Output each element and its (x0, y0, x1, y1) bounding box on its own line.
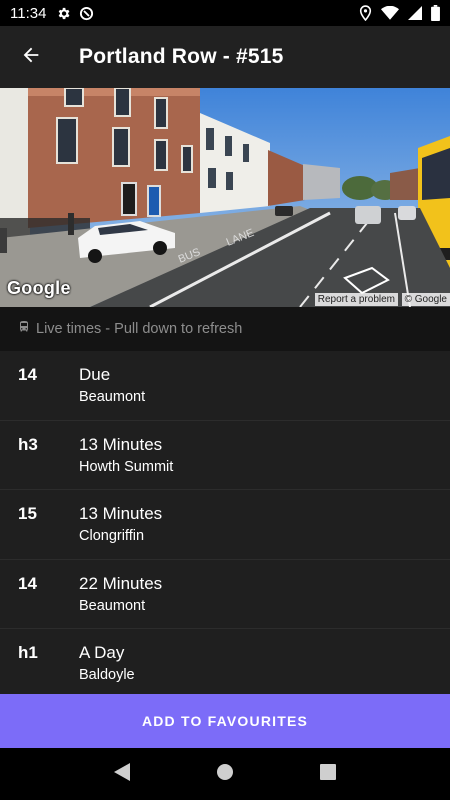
list-item[interactable]: 14 Due Beaumont (0, 351, 450, 421)
report-problem-link[interactable]: Report a problem (314, 293, 398, 306)
destination: Beaumont (79, 597, 146, 614)
battery-icon (431, 5, 440, 21)
list-item[interactable]: 14 22 Minutes Beaumont (0, 559, 450, 629)
wifi-icon (381, 6, 399, 20)
status-right-icons (359, 5, 440, 21)
status-time: 11:34 (10, 4, 47, 22)
add-to-favourites-button[interactable]: ADD TO FAVOURITES (0, 694, 450, 748)
arrival-time: 13 Minutes (79, 434, 163, 454)
destination: Baldoyle (79, 667, 135, 683)
list-item[interactable]: h3 13 Minutes Howth Summit (0, 420, 450, 490)
location-pin-icon (359, 5, 372, 21)
copyright-label: © Google (401, 293, 450, 306)
list-item[interactable]: h1 A Day Baldoyle (0, 629, 450, 699)
departures-list: 14 Due Beaumont h3 13 Minutes Howth Summ… (0, 351, 450, 699)
status-bar: 11:34 (0, 0, 450, 26)
nav-recents-button[interactable] (308, 754, 348, 794)
gear-icon (56, 6, 71, 21)
home-circle-icon (216, 763, 234, 786)
system-nav-bar (0, 748, 450, 800)
route-number: h1 (18, 643, 38, 662)
destination: Howth Summit (79, 458, 174, 475)
bus-icon (18, 320, 30, 338)
route-number: 14 (18, 573, 37, 593)
nav-back-button[interactable] (102, 754, 142, 794)
arrival-time: A Day (79, 643, 125, 662)
arrival-time: Due (79, 365, 111, 384)
app-bar: Portland Row - #515 (0, 26, 450, 88)
google-logo: Google (7, 278, 71, 298)
back-triangle-icon (113, 762, 130, 786)
circle-slash-icon (79, 6, 94, 21)
live-times-bar: Live times - Pull down to refresh (0, 307, 450, 351)
page-title: Portland Row - #515 (79, 45, 284, 68)
route-number: h3 (18, 434, 38, 454)
route-number: 14 (18, 365, 37, 384)
street-view-image[interactable]: BUS LANE Google Report a problem © Googl… (0, 88, 450, 307)
list-item[interactable]: 15 13 Minutes Clongriffin (0, 490, 450, 560)
destination: Clongriffin (79, 528, 145, 544)
arrow-left-icon (20, 44, 42, 71)
back-button[interactable] (0, 26, 62, 88)
arrival-time: 13 Minutes (79, 504, 163, 523)
add-to-favourites-label: ADD TO FAVOURITES (141, 713, 309, 729)
signal-icon (408, 6, 422, 20)
recents-square-icon (320, 763, 337, 785)
destination: Beaumont (79, 389, 146, 405)
live-times-text: Live times - Pull down to refresh (36, 321, 243, 337)
route-number: 15 (18, 504, 37, 523)
status-left-icons (56, 6, 94, 21)
arrival-time: 22 Minutes (79, 573, 163, 593)
nav-home-button[interactable] (205, 754, 245, 794)
